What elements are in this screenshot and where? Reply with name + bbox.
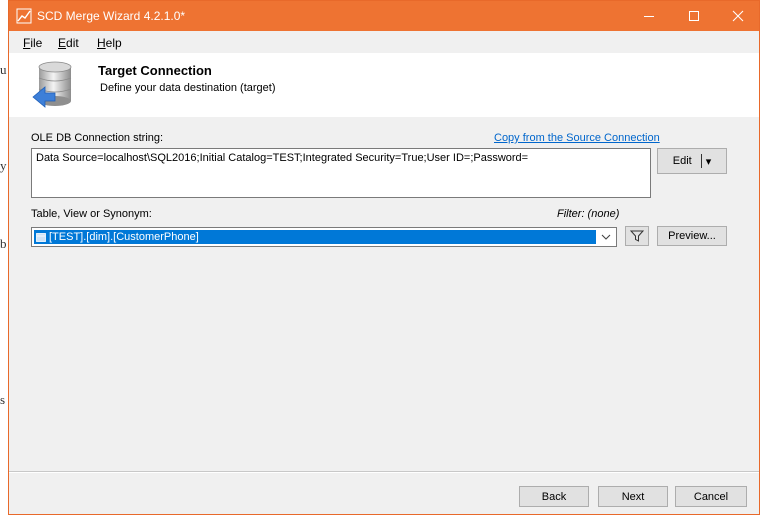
background-fragment: s (0, 392, 6, 407)
close-button[interactable] (715, 1, 761, 31)
close-icon (732, 10, 744, 22)
filter-status: Filter: (none) (557, 208, 620, 220)
menu-file-label: ile (30, 36, 43, 50)
connection-string-field[interactable]: Data Source=localhost\SQL2016;Initial Ca… (31, 148, 651, 198)
background-fragment: b (0, 236, 7, 251)
table-icon (36, 232, 46, 242)
menu-edit-accelerator: E (58, 36, 67, 50)
menu-help-accelerator: H (97, 36, 106, 50)
selected-table-name: [TEST].[dim].[CustomerPhone] (49, 231, 199, 243)
menu-file[interactable]: File (23, 36, 42, 50)
filter-icon (630, 230, 644, 242)
background-fragment: y (0, 158, 7, 173)
menu-help-label: elp (105, 36, 122, 50)
database-target-icon (32, 61, 72, 108)
table-view-label: Table, View or Synonym: (31, 208, 152, 220)
title-bar[interactable]: SCD Merge Wizard 4.2.1.0* (9, 1, 759, 31)
edit-dropdown-arrow[interactable]: ▾ (706, 155, 712, 168)
back-button[interactable]: Back (519, 486, 589, 507)
app-icon (16, 8, 32, 24)
connection-string-label: OLE DB Connection string: (31, 132, 164, 144)
menu-edit-label: dit (66, 36, 79, 50)
next-button[interactable]: Next (598, 486, 668, 507)
maximize-button[interactable] (671, 1, 717, 31)
minimize-icon (644, 16, 654, 17)
window-title: SCD Merge Wizard 4.2.1.0* (37, 9, 186, 23)
menu-edit[interactable]: Edit (58, 36, 79, 50)
table-select-value: [TEST].[dim].[CustomerPhone] (34, 230, 596, 244)
page-header: Target Connection Define your data desti… (9, 53, 759, 117)
wizard-window: SCD Merge Wizard 4.2.1.0* File Edit Help (8, 0, 760, 515)
edit-button-label: Edit (672, 155, 692, 167)
preview-button[interactable]: Preview... (657, 226, 727, 246)
table-select[interactable]: [TEST].[dim].[CustomerPhone] (31, 227, 617, 247)
menu-bar: File Edit Help (9, 31, 759, 53)
page-title: Target Connection (98, 63, 212, 78)
maximize-icon (689, 11, 699, 21)
copy-source-connection-link[interactable]: Copy from the Source Connection (494, 132, 660, 144)
button-divider (700, 154, 702, 168)
minimize-button[interactable] (626, 1, 672, 31)
edit-button[interactable]: Edit ▾ (657, 148, 727, 174)
chevron-down-icon[interactable] (600, 231, 612, 243)
footer-divider (9, 471, 759, 473)
cancel-button[interactable]: Cancel (675, 486, 747, 507)
background-fragment: u (0, 62, 7, 77)
page-subtitle: Define your data destination (target) (100, 82, 276, 94)
filter-button[interactable] (625, 226, 649, 246)
menu-help[interactable]: Help (97, 36, 122, 50)
